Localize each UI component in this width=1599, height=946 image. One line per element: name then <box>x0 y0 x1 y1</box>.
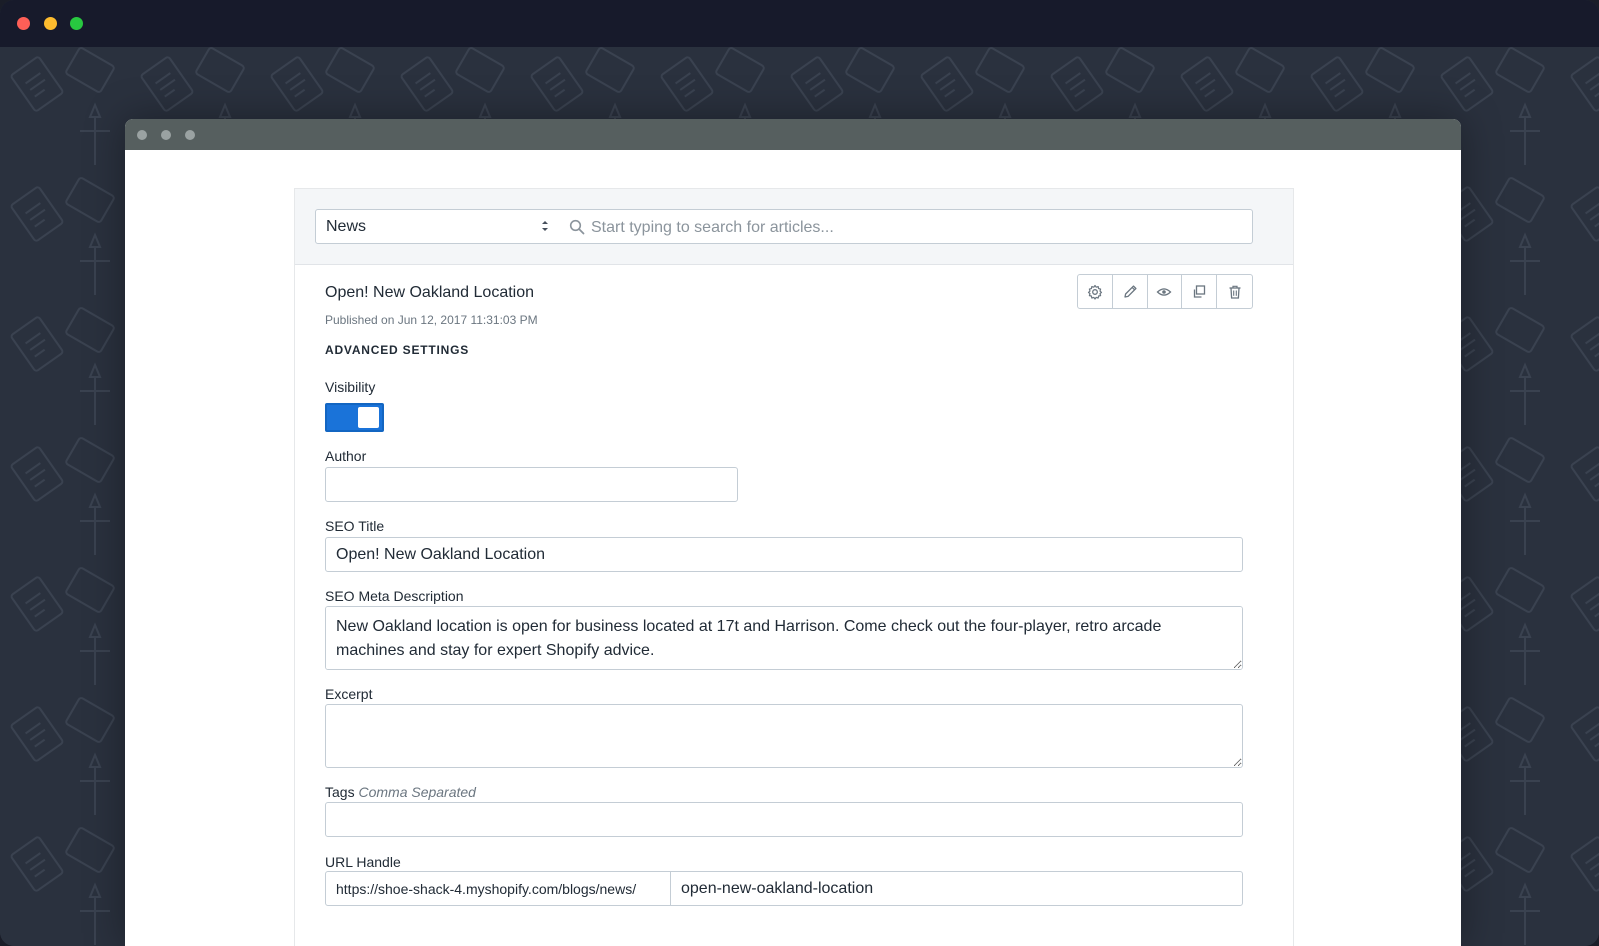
minimize-window-button[interactable] <box>44 17 57 30</box>
window-titlebar <box>0 0 1599 47</box>
excerpt-textarea[interactable] <box>325 704 1243 768</box>
preview-button[interactable] <box>1148 275 1183 308</box>
pencil-icon <box>1124 284 1137 298</box>
close-window-button[interactable] <box>17 17 30 30</box>
author-input[interactable] <box>325 467 738 502</box>
visibility-label: Visibility <box>325 379 376 395</box>
author-label: Author <box>325 448 367 464</box>
tags-hint: Comma Separated <box>358 784 476 800</box>
tags-input[interactable] <box>325 802 1243 837</box>
browser-titlebar <box>125 119 1461 150</box>
browser-window: News Open! New Oakland Location Publishe… <box>125 119 1461 946</box>
article-search-input[interactable] <box>589 210 1243 245</box>
blog-select-value: News <box>326 217 367 235</box>
article-search-box <box>559 209 1253 245</box>
article-search-bar: News <box>295 189 1293 265</box>
trash-icon <box>1229 285 1241 299</box>
article-published-date: Published on Jun 12, 2017 11:31:03 PM <box>325 313 538 327</box>
tags-label: Tags Comma Separated <box>325 784 476 800</box>
seo-description-textarea[interactable]: New Oakland location is open for busines… <box>325 606 1243 670</box>
seo-title-input[interactable] <box>325 537 1243 572</box>
desktop-window: News Open! New Oakland Location Publishe… <box>0 0 1599 946</box>
tags-label-text: Tags <box>325 784 355 800</box>
article-editor-panel: News Open! New Oakland Location Publishe… <box>294 188 1294 946</box>
seo-description-label: SEO Meta Description <box>325 588 464 604</box>
browser-minimize-dot[interactable] <box>161 130 171 140</box>
article-title: Open! New Oakland Location <box>325 284 535 301</box>
settings-button[interactable] <box>1078 275 1113 308</box>
url-handle-input[interactable] <box>670 871 1243 906</box>
advanced-settings-heading: ADVANCED SETTINGS <box>325 343 470 357</box>
article-toolbar <box>1077 274 1253 309</box>
eye-icon <box>1157 287 1172 296</box>
visibility-toggle[interactable] <box>325 403 384 432</box>
browser-close-dot[interactable] <box>137 130 147 140</box>
url-handle-prefix: https://shoe-shack-4.myshopify.com/blogs… <box>325 871 671 906</box>
delete-button[interactable] <box>1217 275 1252 308</box>
blog-select[interactable]: News <box>315 209 560 244</box>
search-icon <box>569 219 585 235</box>
duplicate-icon <box>1194 284 1206 298</box>
toggle-knob <box>358 407 379 428</box>
url-handle-label: URL Handle <box>325 854 401 870</box>
select-arrows-icon <box>542 221 548 231</box>
browser-zoom-dot[interactable] <box>185 130 195 140</box>
zoom-window-button[interactable] <box>70 17 83 30</box>
edit-button[interactable] <box>1113 275 1148 308</box>
excerpt-label: Excerpt <box>325 686 373 702</box>
gear-icon <box>1087 284 1102 300</box>
seo-title-label: SEO Title <box>325 518 385 534</box>
duplicate-button[interactable] <box>1182 275 1218 308</box>
